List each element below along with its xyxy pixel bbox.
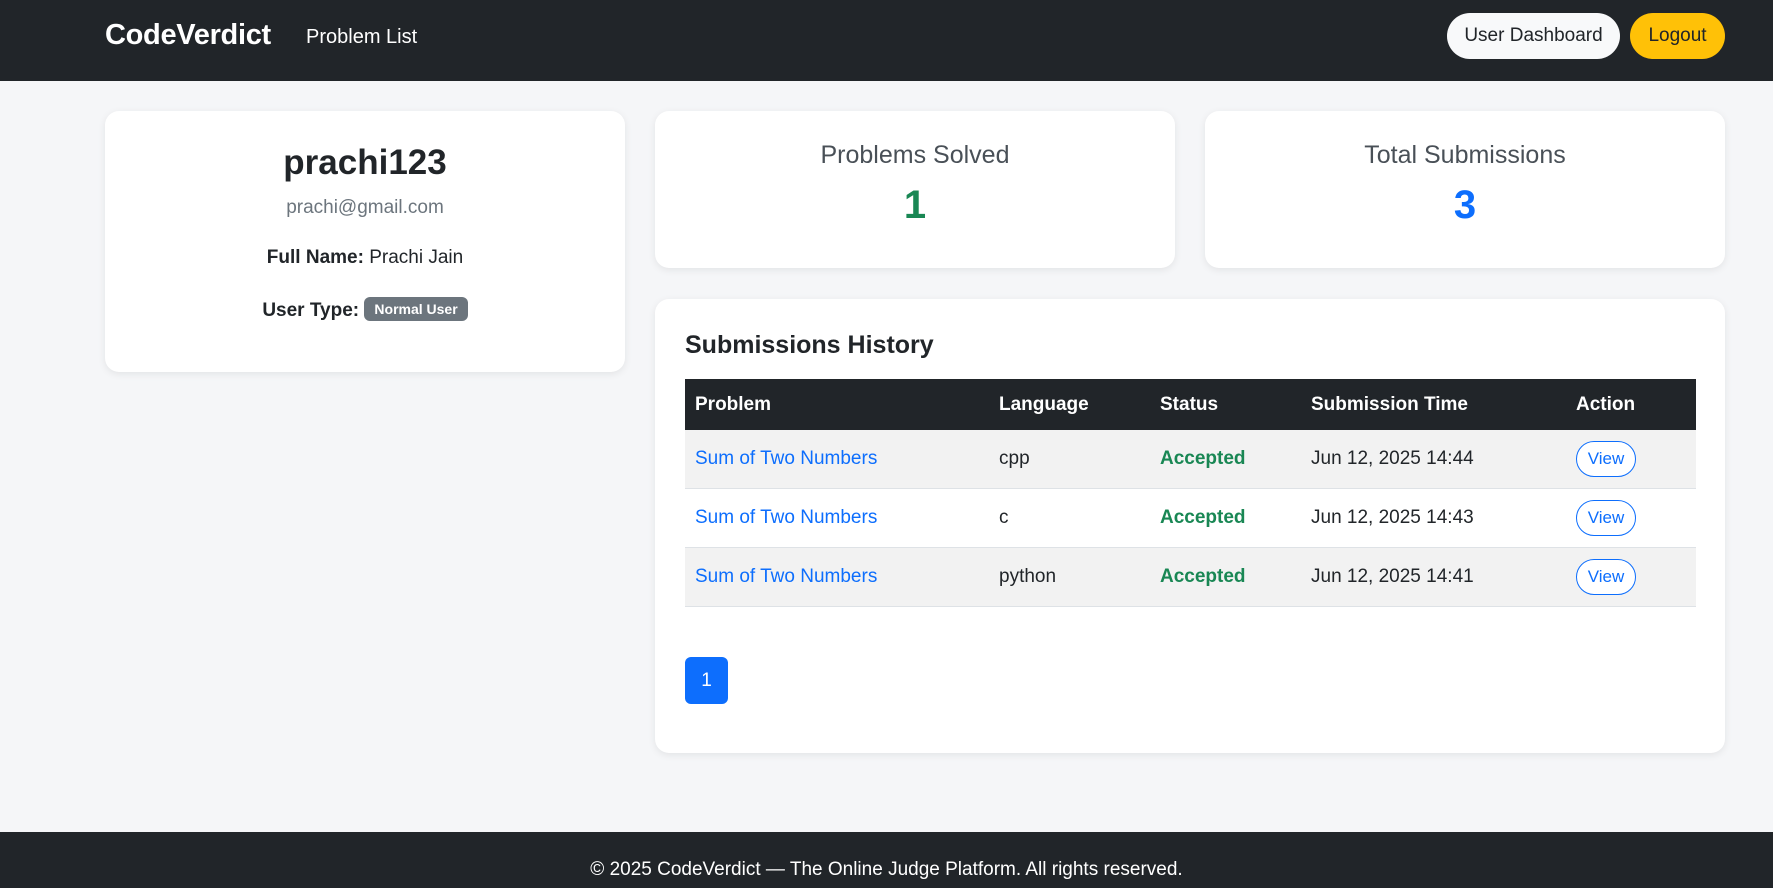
profile-username: prachi123 [283,143,447,182]
column-header-action: Action [1566,379,1696,430]
problem-link[interactable]: Sum of Two Numbers [695,566,877,587]
footer: © 2025 CodeVerdict — The Online Judge Pl… [0,832,1773,888]
navbar: CodeVerdict Problem List User Dashboard … [0,0,1773,81]
logout-button[interactable]: Logout [1630,13,1725,59]
column-header-status: Status [1150,379,1301,430]
action-cell: View [1566,547,1696,607]
submission-time-cell: Jun 12, 2025 14:41 [1301,547,1566,607]
total-submissions-label: Total Submissions [1364,141,1566,169]
full-name-value: Prachi Jain [369,247,464,268]
table-row: Sum of Two Numbers python Accepted Jun 1… [685,547,1696,607]
table-row: Sum of Two Numbers cpp Accepted Jun 12, … [685,430,1696,489]
full-name-label: Full Name: [266,247,364,268]
profile-user-type-row: User Type: Normal User [105,297,625,322]
problem-cell: Sum of Two Numbers [685,547,989,607]
submission-time-cell: Jun 12, 2025 14:44 [1301,430,1566,489]
column-header-language: Language [989,379,1150,430]
language-cell: cpp [989,430,1150,489]
footer-text: © 2025 CodeVerdict — The Online Judge Pl… [590,859,1183,880]
language-cell: python [989,547,1150,607]
submissions-history-card: Submissions History Problem Language Sta… [655,299,1725,753]
submission-time-cell: Jun 12, 2025 14:43 [1301,488,1566,548]
status-cell: Accepted [1150,547,1301,607]
profile-full-name-row: Full Name: Prachi Jain [105,247,625,269]
problem-cell: Sum of Two Numbers [685,488,989,548]
table-row: Sum of Two Numbers c Accepted Jun 12, 20… [685,488,1696,548]
profile-email: prachi@gmail.com [286,197,444,218]
profile-card: prachi123 prachi@gmail.com Full Name: Pr… [105,111,625,372]
problem-cell: Sum of Two Numbers [685,430,989,489]
nav-link-problem-list[interactable]: Problem List [306,26,417,49]
column-header-problem: Problem [685,379,989,430]
problems-solved-card: Problems Solved 1 [655,111,1175,268]
user-type-label: User Type: [262,300,360,321]
table-header-row: Problem Language Status Submission Time … [685,379,1696,430]
view-button[interactable]: View [1576,500,1636,536]
language-cell: c [989,488,1150,548]
action-cell: View [1566,430,1696,489]
user-dashboard-button[interactable]: User Dashboard [1447,13,1620,59]
user-type-badge: Normal User [364,297,468,321]
status-cell: Accepted [1150,488,1301,548]
column-header-submission-time: Submission Time [1301,379,1566,430]
action-cell: View [1566,488,1696,548]
total-submissions-value: 3 [1453,183,1477,227]
submissions-history-title: Submissions History [685,331,934,359]
submissions-table: Problem Language Status Submission Time … [685,379,1696,607]
view-button[interactable]: View [1576,559,1636,595]
problems-solved-label: Problems Solved [820,141,1010,169]
pagination-page-1[interactable]: 1 [685,657,728,704]
brand-logo[interactable]: CodeVerdict [105,19,271,52]
status-cell: Accepted [1150,430,1301,489]
problem-link[interactable]: Sum of Two Numbers [695,448,877,469]
problems-solved-value: 1 [903,183,927,227]
problem-link[interactable]: Sum of Two Numbers [695,507,877,528]
view-button[interactable]: View [1576,441,1636,477]
total-submissions-card: Total Submissions 3 [1205,111,1725,268]
